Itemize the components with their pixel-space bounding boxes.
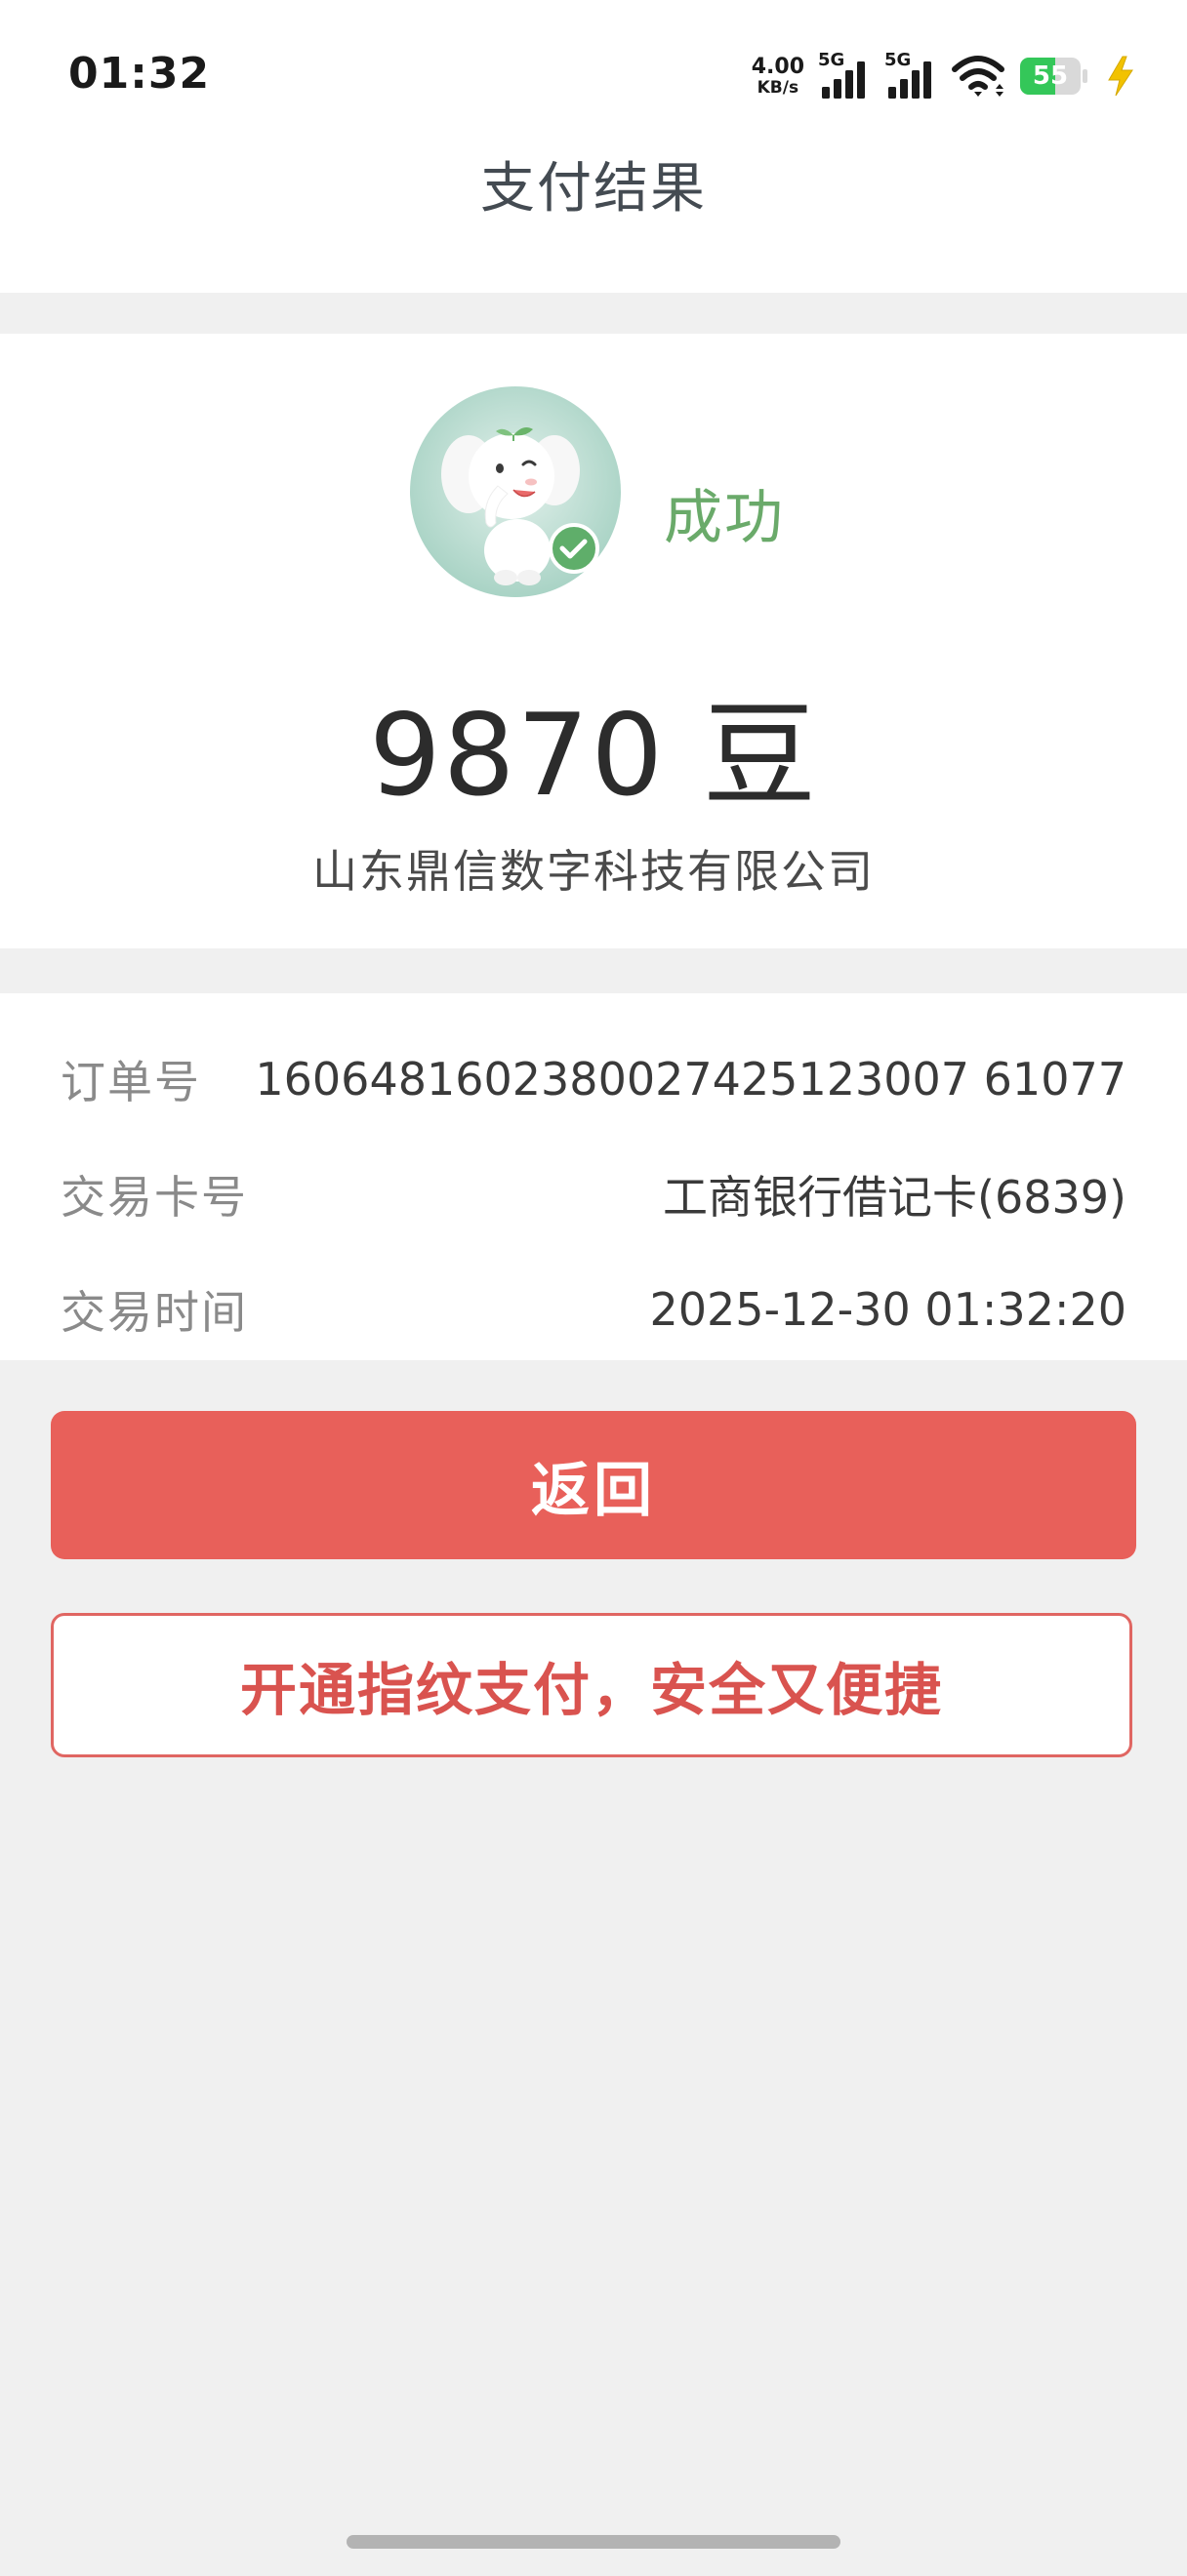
- wifi-icon: [952, 56, 1004, 97]
- page-title: 支付结果: [480, 156, 707, 221]
- payment-result-card: 成功 9870 豆 山东鼎信数字科技有限公司: [0, 334, 1187, 948]
- return-button[interactable]: 返回: [51, 1411, 1136, 1559]
- card-number-value: 工商银行借记卡(6839): [663, 1171, 1126, 1224]
- order-number-label: 订单号: [61, 1056, 201, 1108]
- network-speed-value: 4.00: [751, 54, 804, 79]
- transaction-time-row: 交易时间 2025-12-30 01:32:20: [61, 1270, 1126, 1348]
- header-bar: 支付结果: [0, 146, 1187, 293]
- card-number-row: 交易卡号 工商银行借记卡(6839): [61, 1155, 1126, 1233]
- transaction-time-label: 交易时间: [61, 1286, 248, 1339]
- transaction-details: 订单号 1606481602380027425123007 61077 交易卡号…: [0, 993, 1187, 1360]
- status-bar: 01:32 4.00 KB/s 5G 5G 55: [0, 0, 1187, 146]
- payment-status: 成功: [664, 484, 785, 552]
- enable-fingerprint-pay-button[interactable]: 开通指纹支付，安全又便捷: [51, 1613, 1132, 1757]
- network-speed-unit: KB/s: [757, 77, 799, 98]
- order-number-row: 订单号 1606481602380027425123007 61077: [61, 1040, 1126, 1118]
- card-number-label: 交易卡号: [61, 1171, 248, 1224]
- status-icons: 4.00 KB/s 5G 5G 55: [752, 49, 1138, 103]
- status-time: 01:32: [68, 49, 211, 99]
- home-indicator[interactable]: [347, 2535, 840, 2549]
- network-speed: 4.00 KB/s: [751, 54, 804, 98]
- elephant-mascot-success-icon: [410, 386, 621, 597]
- order-number-value: 1606481602380027425123007 61077: [255, 1053, 1126, 1106]
- transaction-time-value: 2025-12-30 01:32:20: [649, 1283, 1126, 1336]
- signal-icon: 5G: [884, 52, 937, 101]
- battery-icon: 55: [1019, 57, 1089, 96]
- payment-amount: 9870 豆: [368, 690, 819, 822]
- battery-level: 55: [1032, 61, 1069, 91]
- merchant-name: 山东鼎信数字科技有限公司: [312, 845, 875, 898]
- signal-icon: 5G: [818, 52, 871, 101]
- charging-bolt-icon: [1108, 56, 1133, 97]
